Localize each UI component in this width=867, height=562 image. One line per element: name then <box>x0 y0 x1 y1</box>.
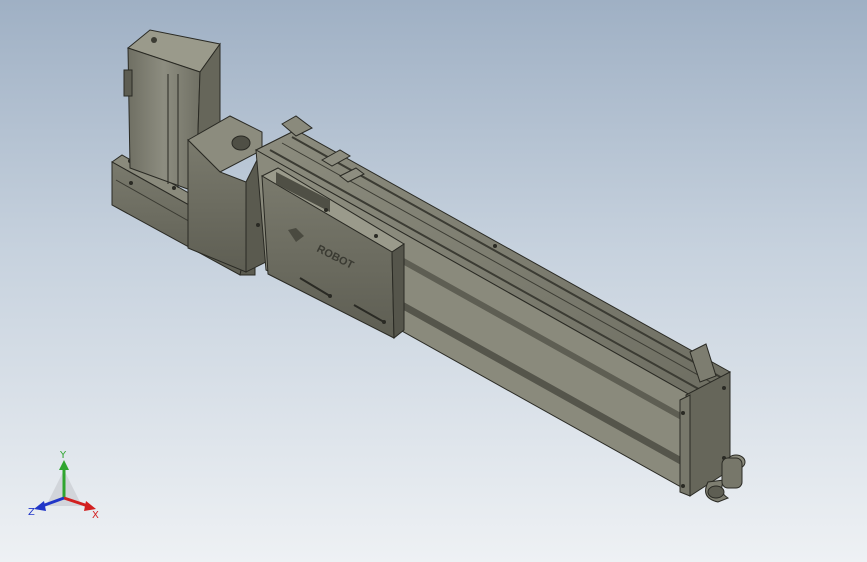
z-axis-head <box>34 501 46 511</box>
y-axis-head <box>59 460 69 470</box>
x-axis-label: X <box>92 510 99 521</box>
actuator-body <box>254 115 732 497</box>
graphics-viewport[interactable]: ROBOT Y X Z <box>0 0 867 562</box>
linear-actuator-model[interactable]: ROBOT <box>0 0 867 562</box>
y-axis-label: Y <box>59 450 67 461</box>
z-axis-label: Z <box>28 507 35 518</box>
coupling-housing <box>187 115 267 273</box>
orientation-triad[interactable]: Y X Z <box>26 448 106 524</box>
